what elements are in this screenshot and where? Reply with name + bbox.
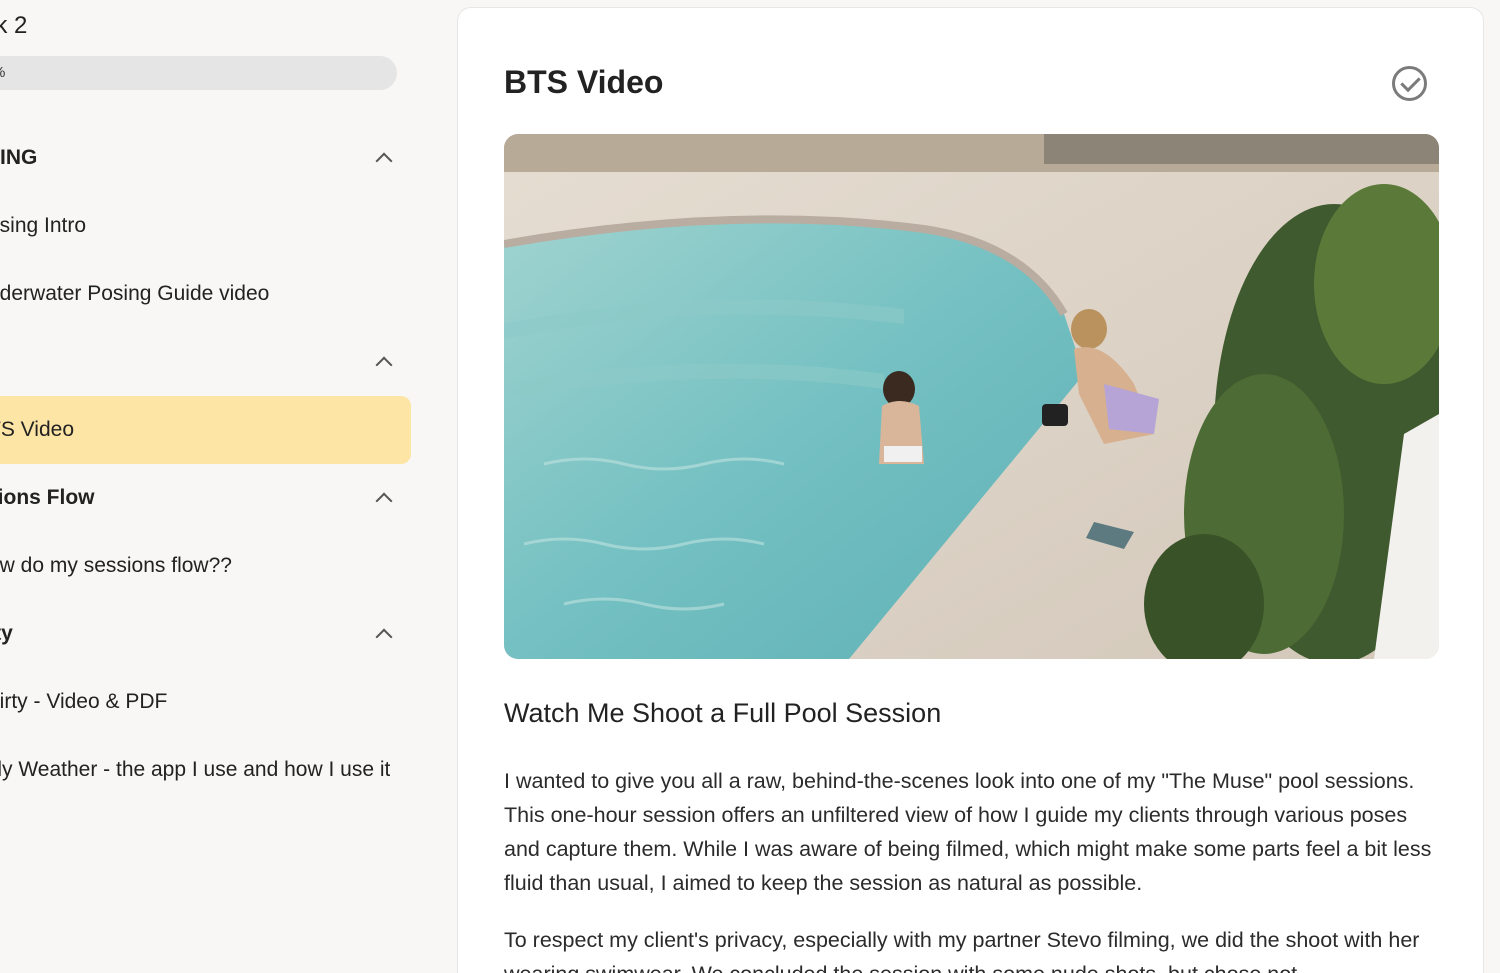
lesson-item-sessions-flow[interactable]: ow do my sessions flow?? — [0, 532, 411, 600]
lesson-label: TS Video — [0, 418, 74, 441]
course-sidebar: ek 2 % SING osing Intro nderwater Posing… — [0, 0, 457, 973]
progress-label: % — [0, 64, 5, 81]
lesson-label: illy Weather - the app I use and how I u… — [0, 758, 391, 781]
lesson-label: osing Intro — [0, 214, 87, 237]
lesson-item-video-pdf[interactable]: airty - Video & PDF — [0, 668, 411, 736]
section-label: rty — [0, 622, 13, 645]
lesson-title: BTS Video — [504, 64, 664, 100]
lesson-item-underwater-posing[interactable]: nderwater Posing Guide video — [0, 260, 411, 328]
section-header-bts[interactable]: S — [0, 342, 396, 382]
lesson-item-weather-app[interactable]: illy Weather - the app I use and how I u… — [0, 736, 411, 804]
lesson-item-bts-video[interactable]: TS Video — [0, 396, 411, 464]
section-header-posing[interactable]: SING — [0, 138, 396, 178]
description-paragraph: I wanted to give you all a raw, behind-t… — [504, 769, 1432, 895]
video-heading: Watch Me Shoot a Full Pool Session — [504, 698, 942, 728]
week-title: ek 2 — [0, 12, 28, 39]
chevron-up-icon — [375, 628, 393, 646]
chevron-up-icon — [375, 152, 393, 170]
lesson-label: nderwater Posing Guide video — [0, 282, 270, 305]
progress-bar — [0, 56, 397, 90]
section-header-party[interactable]: rty — [0, 614, 396, 654]
section-header-sessions-flow[interactable]: sions Flow — [0, 478, 396, 518]
chevron-up-icon — [375, 492, 393, 510]
lesson-label: ow do my sessions flow?? — [0, 554, 232, 577]
lesson-label: airty - Video & PDF — [0, 690, 168, 713]
video-player[interactable] — [504, 134, 1439, 659]
chevron-up-icon — [375, 356, 393, 374]
lesson-content-card: BTS Video Watch Me Shoot a Full Pool Ses… — [457, 7, 1484, 973]
description-paragraph: To respect my client's privacy, especial… — [504, 928, 1420, 973]
section-label: sions Flow — [0, 486, 95, 509]
section-label: SING — [0, 146, 38, 169]
check-circle-icon[interactable] — [1392, 66, 1427, 101]
video-thumbnail — [504, 134, 1439, 659]
lesson-item-posing-intro[interactable]: osing Intro — [0, 192, 411, 260]
